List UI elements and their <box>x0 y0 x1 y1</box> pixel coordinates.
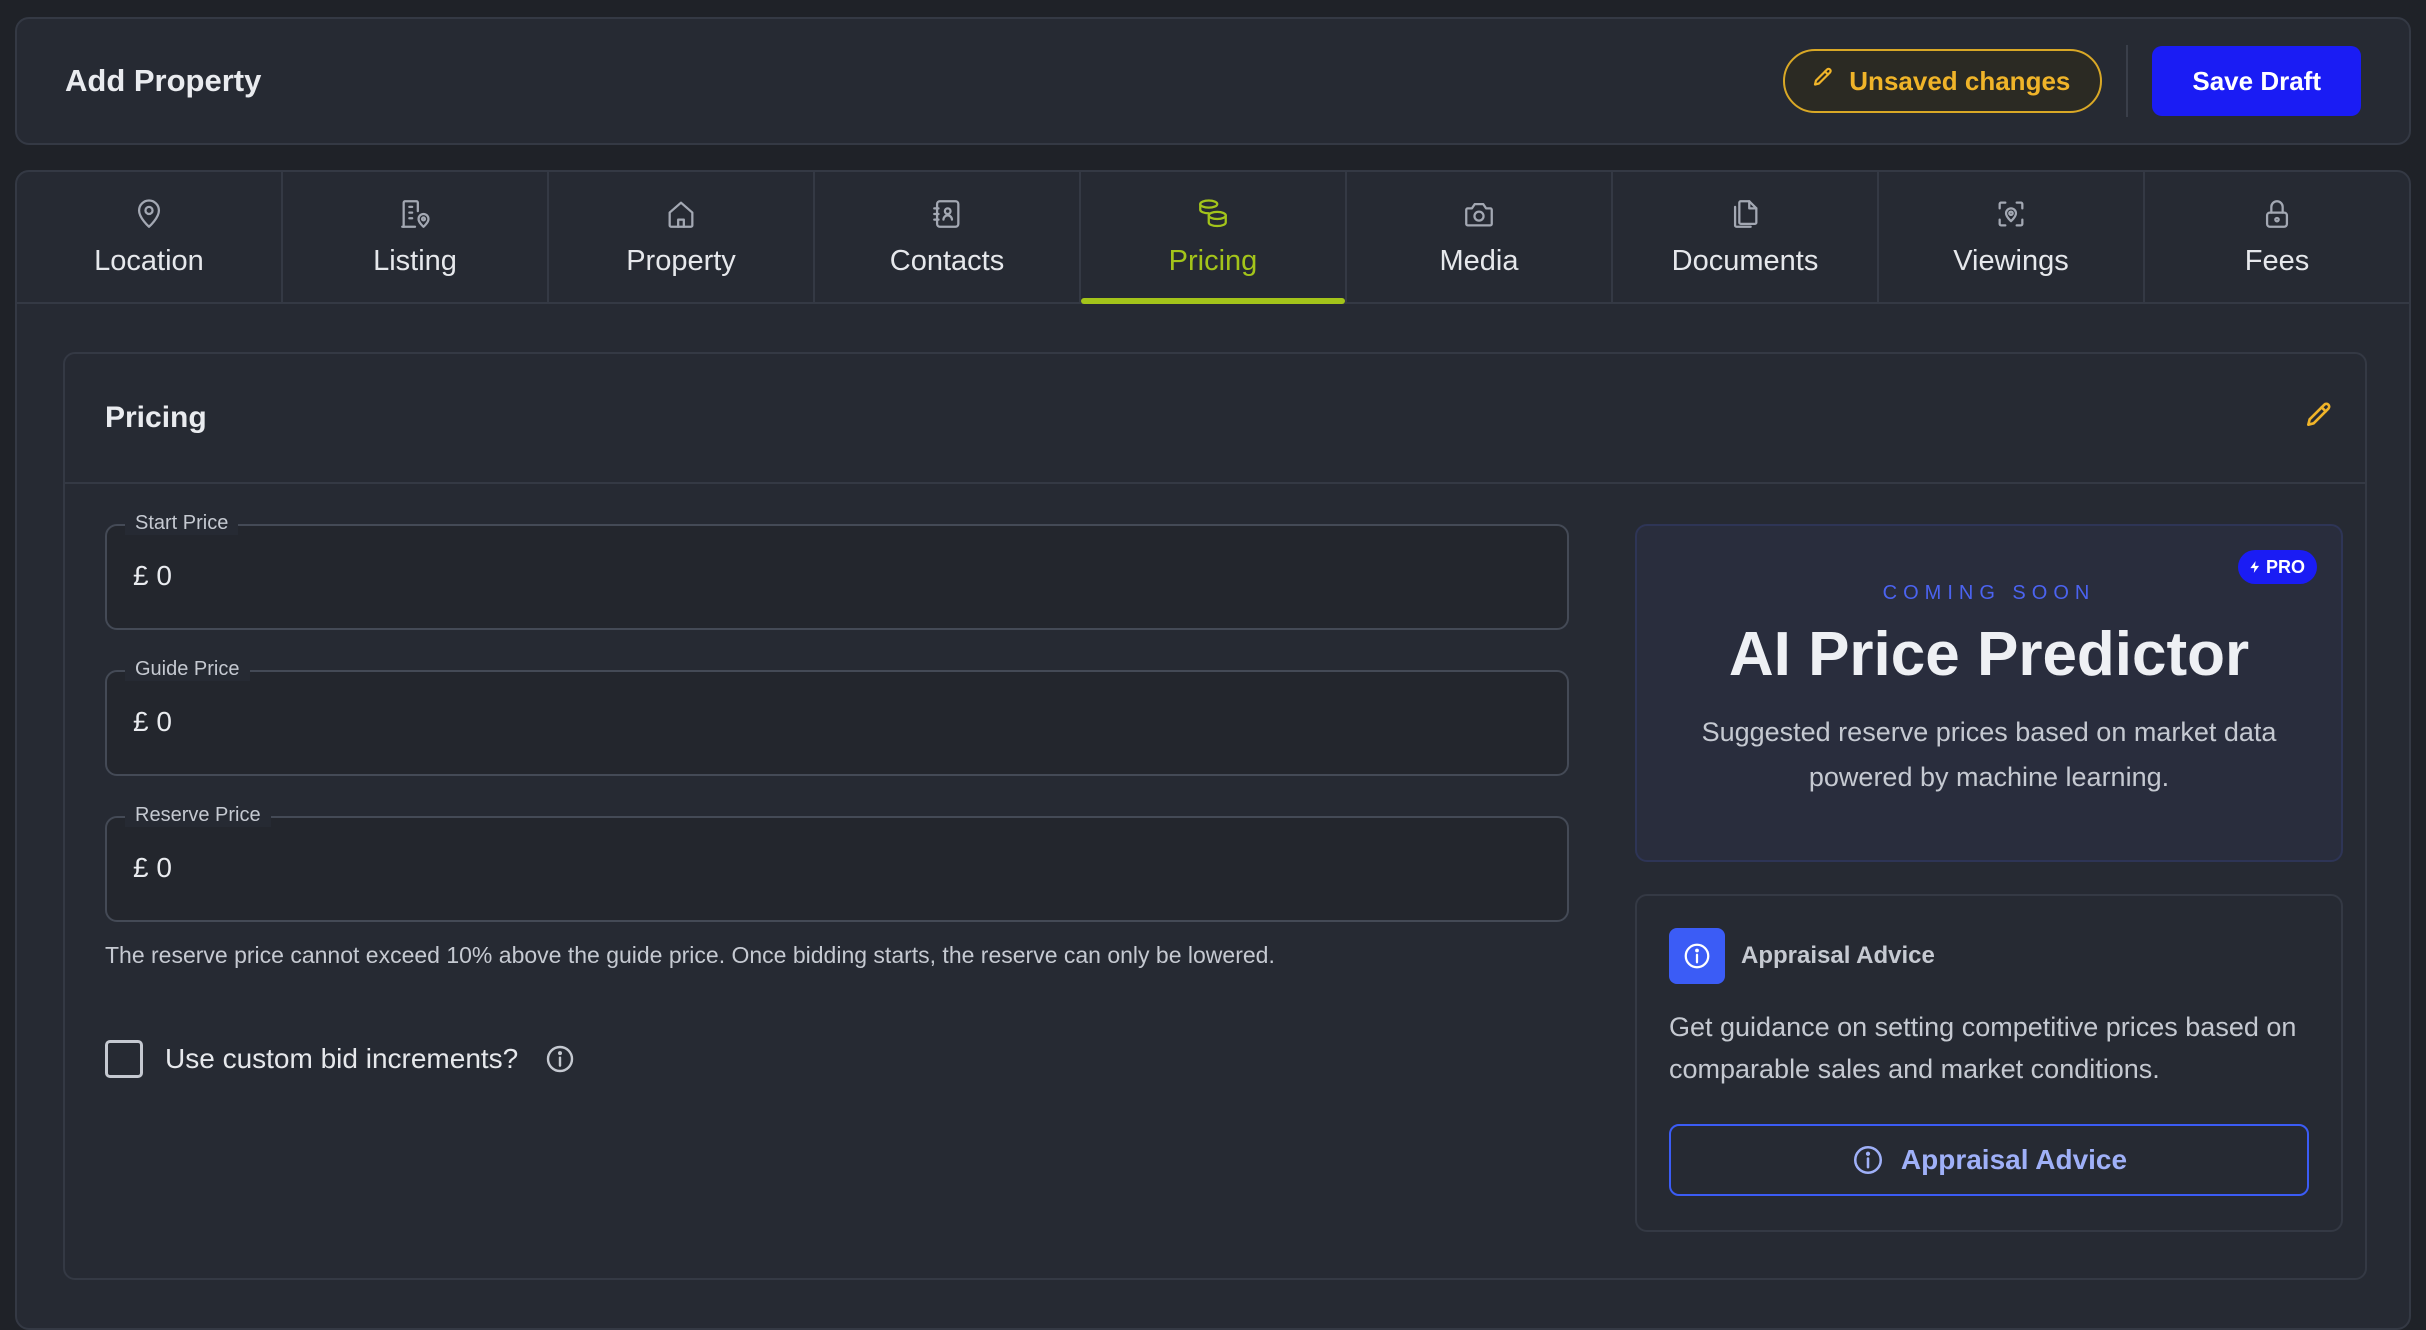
pricing-section-header: Pricing <box>65 354 2365 484</box>
scan-location-icon <box>1998 201 2024 226</box>
predictor-title: AI Price Predictor <box>1728 620 2250 689</box>
info-icon <box>1669 928 1725 984</box>
page-title: Add Property <box>65 63 262 98</box>
info-icon[interactable] <box>544 1043 576 1075</box>
tab-pricing[interactable]: Pricing <box>1081 172 1347 304</box>
files-icon <box>1733 199 1758 228</box>
tab-label: Contacts <box>889 244 1005 277</box>
tab-location[interactable]: Location <box>17 172 283 302</box>
top-header: Add Property Unsaved changes Save Draft <box>15 17 2411 145</box>
lightning-icon <box>2250 561 2260 573</box>
tab-documents[interactable]: Documents <box>1613 172 1879 302</box>
advice-title: Appraisal Advice <box>1741 942 1935 969</box>
appraisal-advice-card: Appraisal Advice Get guidance on setting… <box>1635 894 2343 1232</box>
home-icon <box>668 201 694 228</box>
tab-fees[interactable]: Fees <box>2145 172 2409 302</box>
ai-price-predictor-card: PRO COMING SOON AI Price Predictor Sugge… <box>1635 524 2343 862</box>
lock-icon <box>2265 199 2289 228</box>
guide-price-input[interactable]: £ 0 <box>133 706 172 738</box>
custom-increments-checkbox[interactable] <box>105 1040 143 1078</box>
tab-media[interactable]: Media <box>1347 172 1613 302</box>
tab-bar: Location Listing Property Contacts Prici… <box>17 172 2409 304</box>
tab-label: Media <box>1439 244 1519 277</box>
info-icon <box>1853 1145 1882 1175</box>
tab-label: Viewings <box>1953 244 2069 277</box>
unsaved-changes-badge: Unsaved changes <box>1783 49 2103 113</box>
field-label: Start Price <box>125 512 239 535</box>
header-divider <box>2126 45 2129 117</box>
coins-icon <box>1199 198 1227 227</box>
tab-label: Listing <box>373 244 457 277</box>
save-draft-button[interactable]: Save Draft <box>2152 46 2361 116</box>
appraisal-advice-button[interactable]: Appraisal Advice <box>1669 1124 2309 1196</box>
reserve-helper-text: The reserve price cannot exceed 10% abov… <box>105 942 1275 968</box>
advice-header: Appraisal Advice <box>1669 928 2309 984</box>
reserve-price-input[interactable]: £ 0 <box>133 852 172 884</box>
pricing-section: Pricing Start Price £ 0 Guide Price £ 0 … <box>63 352 2367 1280</box>
coming-soon-label: COMING SOON <box>1882 582 2096 604</box>
predictor-description: Suggested reserve prices based on market… <box>1701 717 2277 792</box>
custom-increments-row: Use custom bid increments? <box>105 1040 576 1078</box>
reserve-price-field[interactable]: Reserve Price £ 0 <box>105 804 1569 922</box>
tab-label: Property <box>626 244 736 277</box>
tab-contacts[interactable]: Contacts <box>815 172 1081 302</box>
checkbox-label[interactable]: Use custom bid increments? <box>165 1043 518 1075</box>
main-panel: Location Listing Property Contacts Prici… <box>15 170 2411 1330</box>
tab-label: Fees <box>2244 244 2310 277</box>
pencil-icon <box>1811 66 1835 97</box>
tab-listing[interactable]: Listing <box>283 172 549 302</box>
tab-property[interactable]: Property <box>549 172 815 302</box>
pro-badge: PRO <box>2237 550 2317 584</box>
field-label: Guide Price <box>125 658 250 681</box>
edit-icon[interactable] <box>2303 400 2335 437</box>
guide-price-field[interactable]: Guide Price £ 0 <box>105 658 1569 776</box>
start-price-input[interactable]: £ 0 <box>133 560 172 592</box>
building-pin-icon <box>401 199 430 228</box>
start-price-field[interactable]: Start Price £ 0 <box>105 512 1569 630</box>
header-actions: Unsaved changes Save Draft <box>1783 19 2361 143</box>
field-label: Reserve Price <box>125 804 271 827</box>
appraisal-advice-button-label: Appraisal Advice <box>1900 1144 2128 1175</box>
tab-label: Documents <box>1671 244 1819 277</box>
section-title: Pricing <box>105 401 207 434</box>
advice-description: Get guidance on setting competitive pric… <box>1669 1012 2297 1084</box>
map-pin-icon <box>137 198 161 228</box>
address-book-icon <box>933 199 960 228</box>
tab-viewings[interactable]: Viewings <box>1879 172 2145 302</box>
camera-icon <box>1465 202 1493 226</box>
unsaved-changes-label: Unsaved changes <box>1849 65 2071 96</box>
pro-badge-label: PRO <box>2265 556 2305 577</box>
tab-label: Location <box>94 244 204 277</box>
tab-label: Pricing <box>1168 244 1258 277</box>
